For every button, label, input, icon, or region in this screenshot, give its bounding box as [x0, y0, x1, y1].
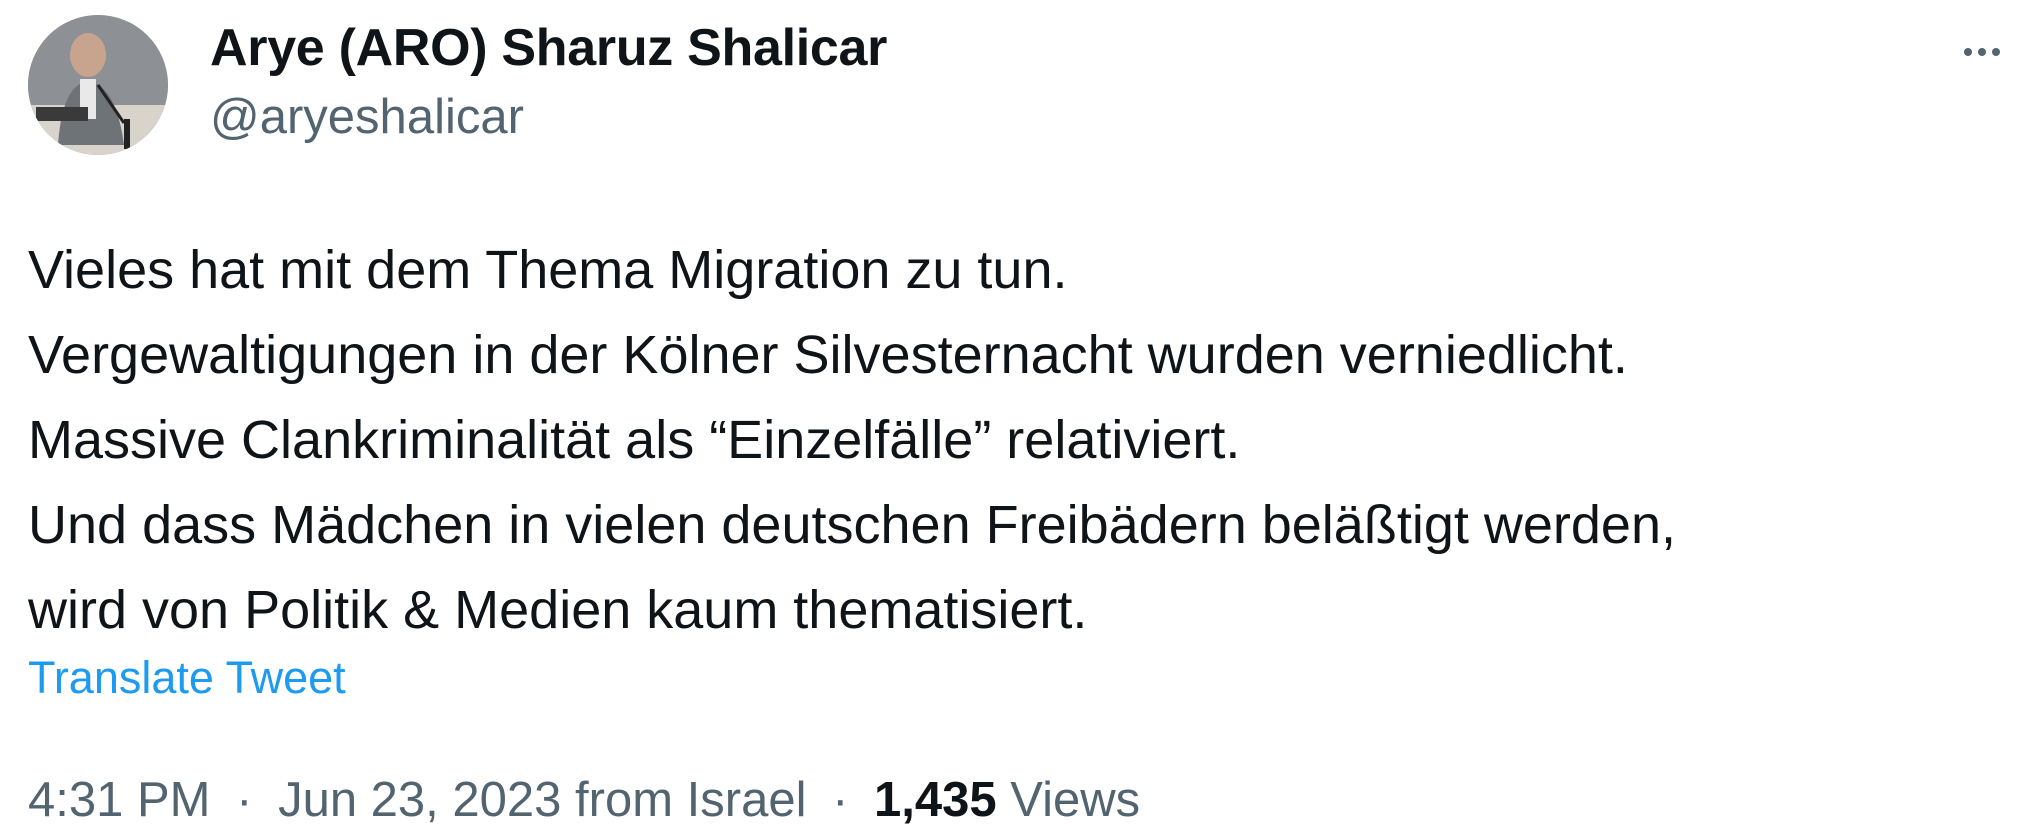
more-options-button[interactable] — [1952, 22, 2012, 82]
more-dots-icon — [1978, 48, 1986, 56]
tweet-meta: 4:31 PM · Jun 23, 2023 from Israel · 1,4… — [28, 772, 1140, 828]
tweet-time[interactable]: 4:31 PM — [28, 773, 210, 827]
meta-separator: · — [236, 773, 253, 827]
tweet-text-line: Vieles hat mit dem Thema Migration zu tu… — [28, 240, 1068, 300]
author-name[interactable]: Arye (ARO) Sharuz Shalicar — [210, 18, 887, 78]
tweet-text-line: Und dass Mädchen in vielen deutschen Fre… — [28, 495, 1676, 555]
author-handle[interactable]: @aryeshalicar — [210, 89, 524, 145]
more-dots-icon — [1992, 48, 2000, 56]
tweet-text-line: Massive Clankriminalität als “Einzelfäll… — [28, 410, 1241, 470]
tweet-text: Vieles hat mit dem Thema Migration zu tu… — [28, 228, 2008, 653]
views-count: 1,435 — [874, 773, 997, 827]
more-dots-icon — [1964, 48, 1972, 56]
avatar[interactable] — [28, 15, 168, 155]
tweet-text-line: Vergewaltigungen in der Kölner Silvester… — [28, 325, 1628, 385]
translate-tweet-link[interactable]: Translate Tweet — [28, 652, 346, 704]
avatar-photo — [28, 15, 168, 155]
meta-separator: · — [832, 773, 849, 827]
tweet-text-line: wird von Politik & Medien kaum thematisi… — [28, 580, 1088, 640]
views-label: Views — [1010, 773, 1141, 827]
tweet-card: Arye (ARO) Sharuz Shalicar @aryeshalicar… — [0, 0, 2030, 836]
tweet-date-location[interactable]: Jun 23, 2023 from Israel — [278, 773, 806, 827]
